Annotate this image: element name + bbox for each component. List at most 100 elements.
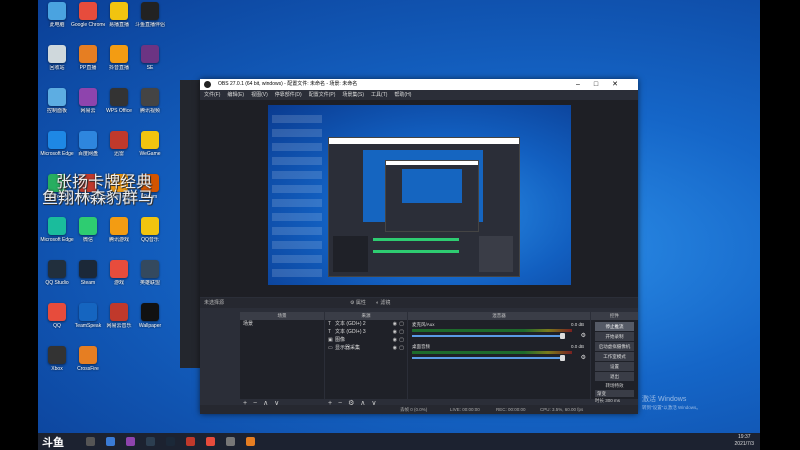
desktop-icon[interactable]: Xbox <box>40 346 74 384</box>
desktop-icon[interactable]: 网易云音乐 <box>102 303 136 341</box>
scene-item[interactable]: 场景 <box>240 320 324 328</box>
taskbar-app-icon[interactable] <box>206 437 215 446</box>
lock-icon[interactable]: ▢ <box>399 320 404 328</box>
desktop-icon[interactable]: 网易云 <box>71 88 105 126</box>
desktop-icon[interactable]: 百度网盘 <box>71 131 105 169</box>
window-controls[interactable]: –□✕ <box>576 79 632 90</box>
mixer-settings-icon[interactable]: ⚙ <box>581 354 586 361</box>
scenes-list[interactable]: 场景 <box>240 320 324 399</box>
visibility-icon[interactable]: ◉ <box>393 328 397 336</box>
taskbar-app-icon[interactable] <box>246 437 255 446</box>
volume-slider-handle[interactable] <box>560 333 565 339</box>
control-button[interactable]: 开始录制 <box>595 332 634 341</box>
control-button[interactable]: 退出 <box>595 372 634 381</box>
volume-slider[interactable] <box>412 355 565 361</box>
control-button[interactable]: 设置 <box>595 362 634 371</box>
desktop-icon-label: Xbox <box>51 366 63 372</box>
transition-select[interactable]: 渐变 <box>595 390 634 397</box>
obs-title-bar[interactable]: OBS 27.0.1 (64 bit, windows) - 配置文件: 未命名… <box>200 79 638 90</box>
desktop-icon[interactable]: 易播直播 <box>102 2 136 40</box>
visibility-icon[interactable]: ◉ <box>393 344 397 352</box>
source-item[interactable]: ▣ 图像 ◉ ▢ <box>325 336 407 344</box>
menu-item[interactable]: 文件(F) <box>204 92 220 98</box>
app-icon <box>79 303 97 321</box>
mixer-settings-icon[interactable]: ⚙ <box>581 332 586 339</box>
desktop-icon[interactable]: 斗鱼直播伴侣 <box>133 2 167 40</box>
menu-item[interactable]: 帮助(H) <box>394 92 411 98</box>
source-item[interactable]: T 文本 (GDI+) 2 ◉ ▢ <box>325 320 407 328</box>
desktop-icon-label: 网易云音乐 <box>106 323 132 329</box>
visibility-icon[interactable]: ◉ <box>393 336 397 344</box>
taskbar-app-icon[interactable] <box>166 437 175 446</box>
taskbar-app-icon[interactable] <box>146 437 155 446</box>
lock-icon[interactable]: ▢ <box>399 336 404 344</box>
desktop-icon[interactable]: 微信 <box>71 217 105 255</box>
desktop-icon-label: 控制面板 <box>46 108 67 114</box>
desktop-icon[interactable]: WeGame <box>133 131 167 169</box>
desktop-icon-label: 迅雷 <box>113 151 124 157</box>
desktop-icon[interactable]: Microsoft Edge <box>40 131 74 169</box>
desktop-icon[interactable]: Google Chrome <box>71 2 105 40</box>
desktop-icon[interactable]: QQ Studio <box>40 260 74 298</box>
desktop-icon[interactable]: 腾讯视频 <box>133 88 167 126</box>
desktop-icon[interactable]: PP直播 <box>71 45 105 83</box>
audio-mixer[interactable]: 麦克风/Aux 0.0 dB ⚙ 桌面音频 0.0 dB ⚙ <box>408 320 590 399</box>
obs-menu-bar[interactable]: 文件(F) 编辑(E) 视图(V) 停靠部件(D) 配置文件(P) 场景集(S) 工具(T)… <box>200 90 638 100</box>
transition-duration[interactable]: 时长 300 ms <box>595 398 634 404</box>
properties-button[interactable]: ⚙ 属性 <box>350 298 366 308</box>
obs-window[interactable]: OBS 27.0.1 (64 bit, windows) - 配置文件: 未命名… <box>200 79 638 414</box>
desktop-icon[interactable]: Wallpaper <box>133 303 167 341</box>
sources-list[interactable]: T 文本 (GDI+) 2 ◉ ▢ T 文本 (GDI+) 3 ◉ ▢ ▣ 图像 ◉ ▢ ▭ 显示器采集 ◉… <box>325 320 407 399</box>
sources-dock-header: 来源 <box>325 312 407 320</box>
taskbar-app-icon[interactable] <box>126 437 135 446</box>
lock-icon[interactable]: ▢ <box>399 344 404 352</box>
desktop-icon[interactable]: 此电脑 <box>40 2 74 40</box>
desktop-icon[interactable]: QQ <box>40 303 74 341</box>
volume-slider[interactable] <box>412 333 565 339</box>
desktop-icon[interactable]: 迅雷 <box>102 131 136 169</box>
desktop-icon[interactable]: TeamSpeak <box>71 303 105 341</box>
taskbar-app-icon[interactable] <box>226 437 235 446</box>
taskbar-app-icon[interactable] <box>106 437 115 446</box>
source-type-icon: ▣ <box>328 337 333 343</box>
desktop-icon[interactable]: Steam <box>71 260 105 298</box>
menu-item[interactable]: 工具(T) <box>371 92 387 98</box>
menu-item[interactable]: 编辑(E) <box>227 92 244 98</box>
desktop-icon[interactable]: QQ音乐 <box>133 217 167 255</box>
menu-item[interactable]: 视图(V) <box>251 92 268 98</box>
app-icon <box>48 88 66 106</box>
control-button[interactable]: 停止推流 <box>595 322 634 331</box>
source-item[interactable]: ▭ 显示器采集 ◉ ▢ <box>325 344 407 352</box>
filters-button[interactable]: ◐ 滤镜 <box>376 298 390 308</box>
menu-item[interactable]: 停靠部件(D) <box>275 92 302 98</box>
douyu-logo[interactable]: 斗鱼 <box>42 434 64 450</box>
desktop-icon[interactable]: 腾讯游戏 <box>102 217 136 255</box>
taskbar-app-icon[interactable] <box>186 437 195 446</box>
clock[interactable]: 19:37 2021/7/3 <box>735 434 754 448</box>
desktop-icon[interactable]: CrossFire <box>71 346 105 384</box>
desktop-icon[interactable]: SE <box>133 45 167 83</box>
menu-item[interactable]: 配置文件(P) <box>309 92 336 98</box>
desktop-icon[interactable]: 抖音直播 <box>102 45 136 83</box>
visibility-icon[interactable]: ◉ <box>393 320 397 328</box>
desktop-icon[interactable]: 英雄联盟 <box>133 260 167 298</box>
desktop-icon[interactable]: WPS Office <box>102 88 136 126</box>
desktop-icon-label: Wallpaper <box>138 323 162 329</box>
desktop-icon[interactable]: 控制面板 <box>40 88 74 126</box>
desktop-icon[interactable]: 回收站 <box>40 45 74 83</box>
desktop-icon[interactable]: 游戏 <box>102 260 136 298</box>
source-item[interactable]: T 文本 (GDI+) 3 ◉ ▢ <box>325 328 407 336</box>
preview-canvas[interactable] <box>268 105 571 285</box>
menu-item[interactable]: 场景集(S) <box>342 92 364 98</box>
volume-slider-handle[interactable] <box>560 355 565 361</box>
mixer-channel-level: 0.0 dB <box>570 344 584 349</box>
desktop-icon-label: Steam <box>80 280 96 286</box>
desktop-icon-label: 回收站 <box>49 65 65 71</box>
control-button[interactable]: 启动虚拟摄像机 <box>595 342 634 351</box>
source-control-bar: 未选择源 ⚙ 属性 ◐ 滤镜 <box>200 298 638 308</box>
taskbar-app-icon[interactable] <box>86 437 95 446</box>
source-name: 文本 (GDI+) 3 <box>335 329 366 335</box>
control-button[interactable]: 工作室模式 <box>595 352 634 361</box>
lock-icon[interactable]: ▢ <box>399 328 404 336</box>
desktop-icon[interactable]: Microsoft Edge <box>40 217 74 255</box>
